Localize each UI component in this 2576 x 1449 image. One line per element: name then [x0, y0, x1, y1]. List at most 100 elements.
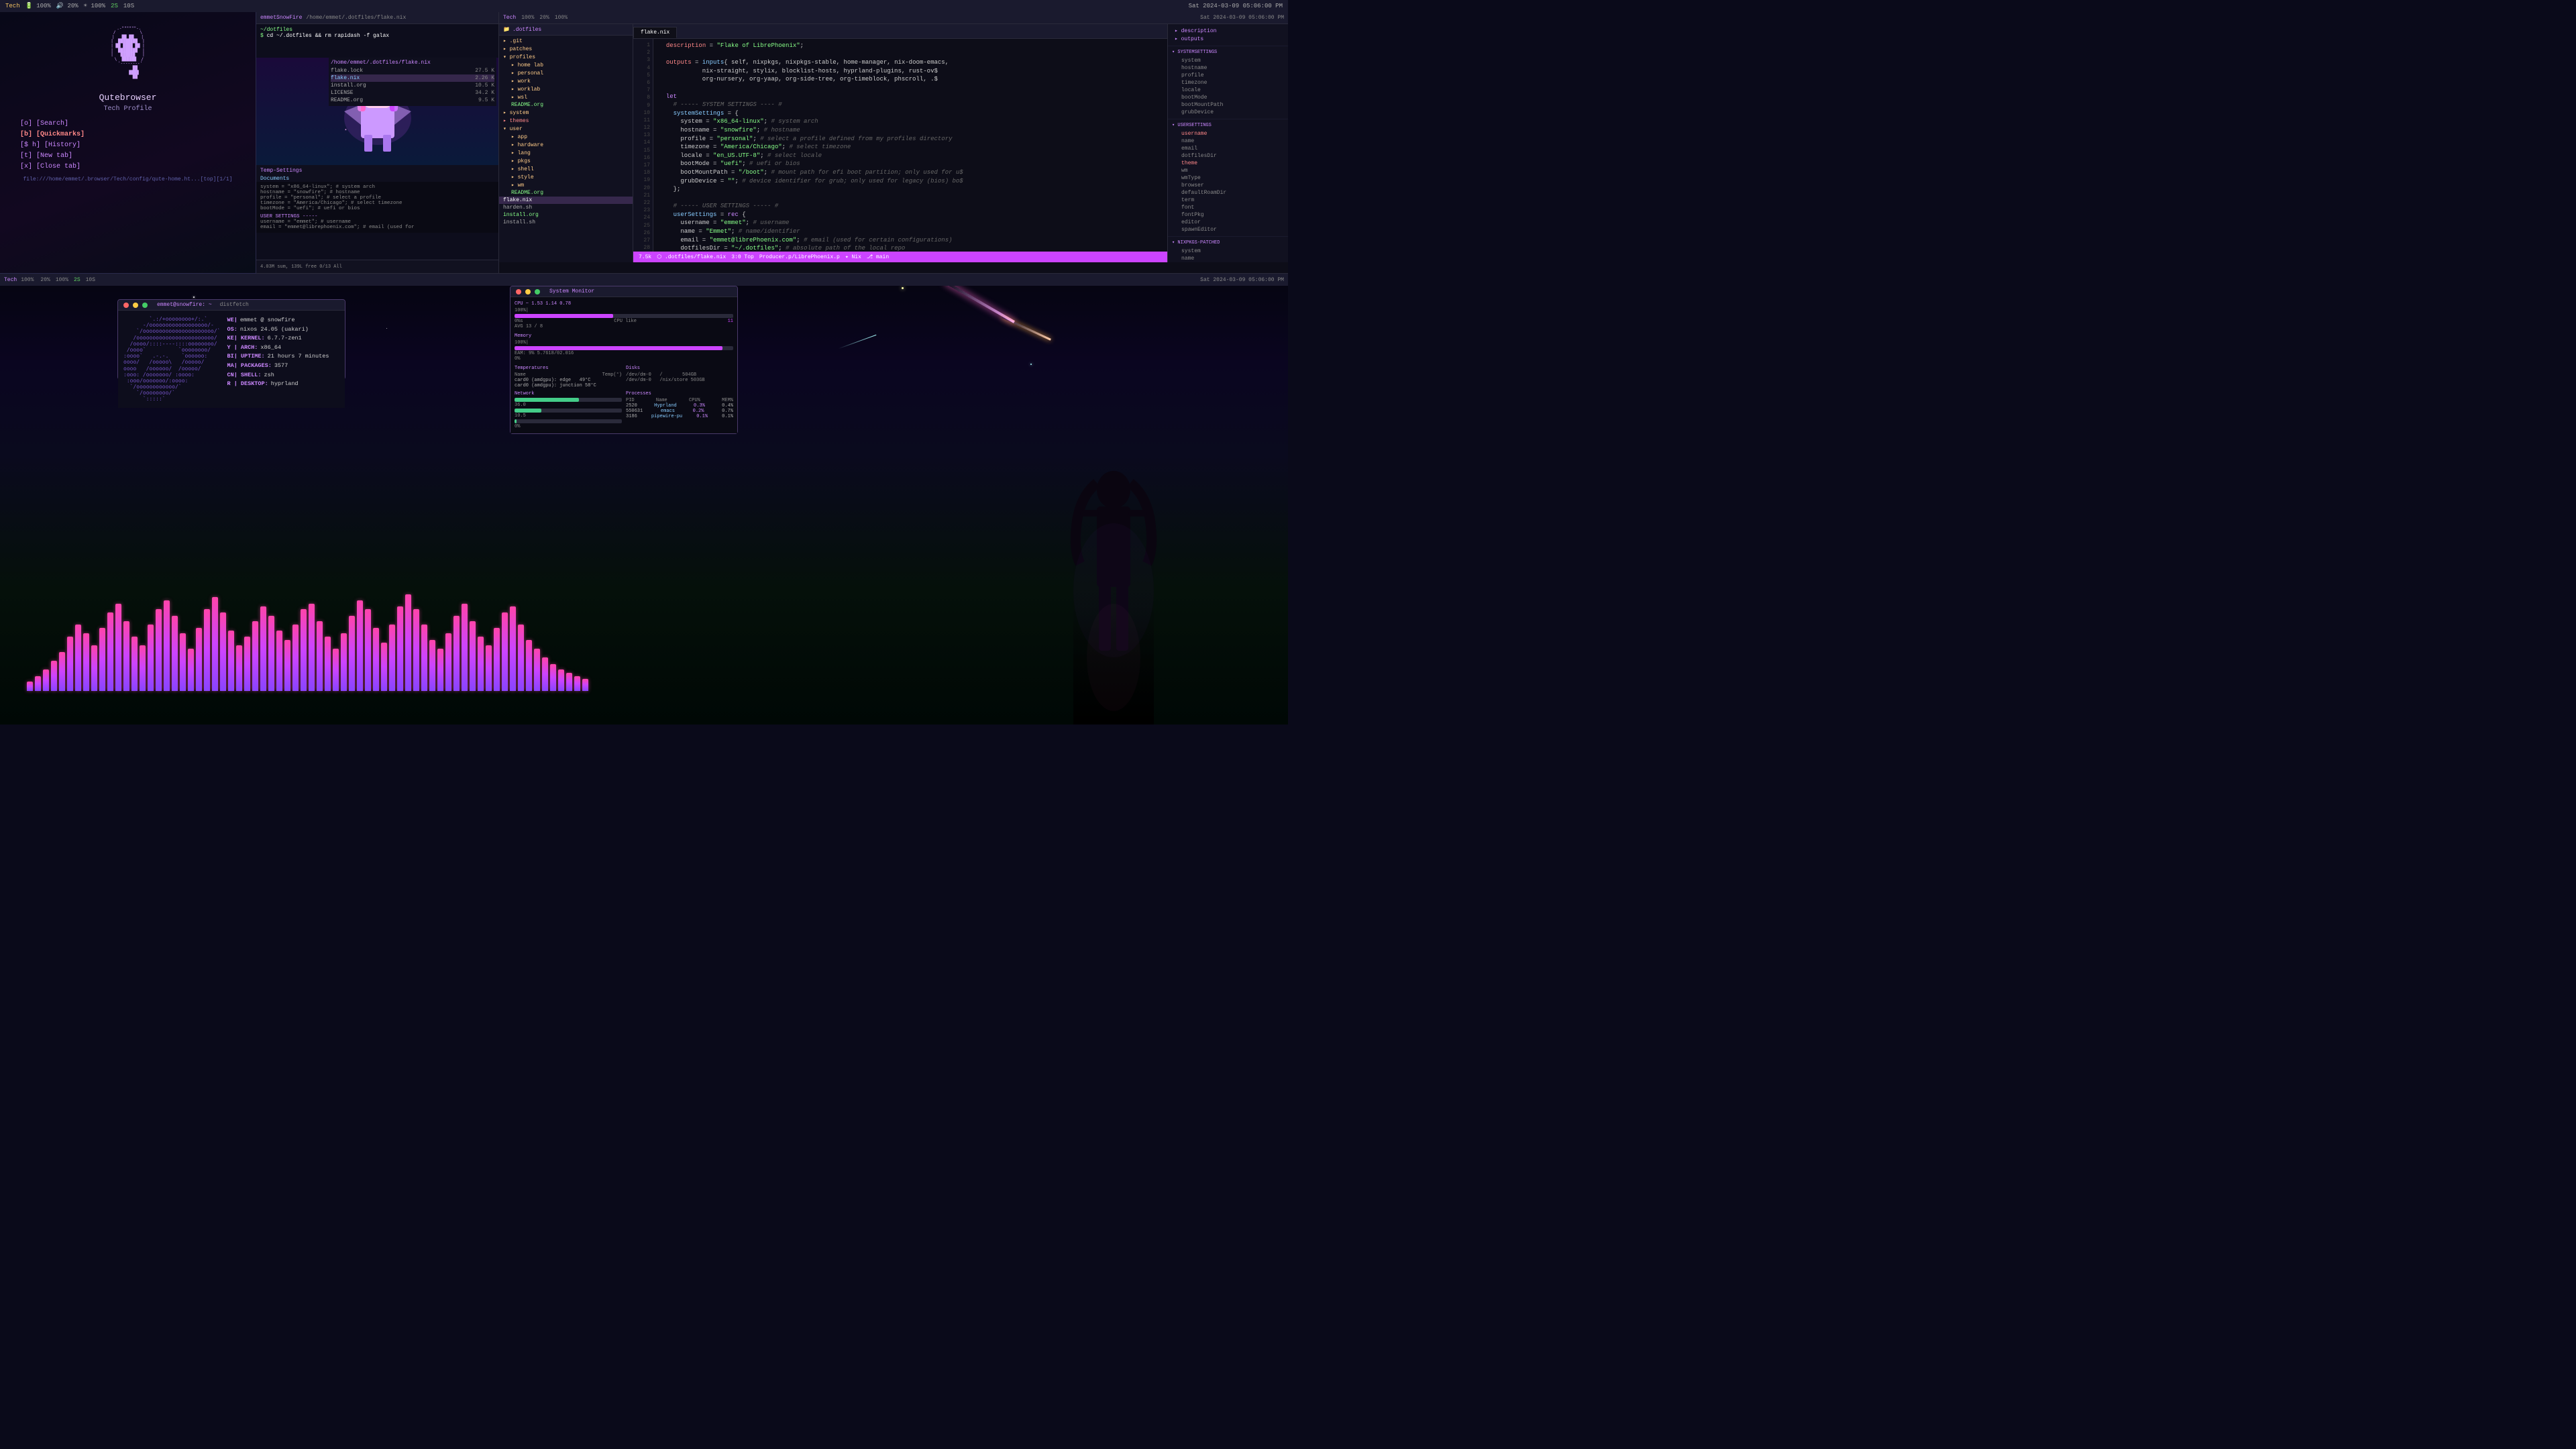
tree-git[interactable]: ▸ .git	[499, 37, 633, 45]
tree-style[interactable]: ▸ style	[507, 173, 633, 181]
viz-bar	[478, 637, 484, 691]
status-app: Tech	[5, 3, 20, 9]
outline-bootmount[interactable]: bootMountPath	[1179, 101, 1284, 109]
outline-defaultroam[interactable]: defaultRoamDir	[1179, 189, 1284, 197]
outline-dotfilesdir[interactable]: dotfilesDir	[1179, 152, 1284, 160]
outline-hostname[interactable]: hostname	[1179, 64, 1284, 72]
tree-shell[interactable]: ▸ shell	[507, 165, 633, 173]
viz-bar	[429, 640, 435, 691]
sysmon-temps: Temperatures NameTemp(°) card0 (amdgpu):…	[515, 366, 622, 388]
viz-bar	[244, 637, 250, 691]
nav-closetab[interactable]: [x] [Close tab]	[20, 162, 235, 171]
star	[193, 297, 195, 298]
tree-installorg[interactable]: install.org	[499, 211, 633, 219]
file-row-lock[interactable]: flake.lock 27.5 K	[331, 67, 494, 74]
tree-wsl[interactable]: ▸ wsl	[507, 93, 633, 101]
tree-hardensh[interactable]: harden.sh	[499, 204, 633, 211]
min-dot[interactable]	[133, 303, 138, 308]
outline-grubdevice[interactable]: grubDevice	[1179, 109, 1284, 116]
neofetch-body: `.:/+oooooooo+/:.` -/oooooooooooooooooo/…	[118, 311, 345, 408]
outline-bootmode[interactable]: bootMode	[1179, 94, 1284, 101]
proc-row-1: 2520 Hyprland 0.3% 0.4%	[626, 403, 733, 409]
code-content[interactable]: description = "Flake of LibrePhoenix"; o…	[653, 39, 1167, 252]
outline-name[interactable]: name	[1179, 138, 1284, 145]
sysmon-max[interactable]	[535, 289, 540, 294]
file-row-install-org[interactable]: install.org 10.5 K	[331, 82, 494, 89]
browser-title: Qutebrowser	[99, 93, 157, 103]
sysmon-min[interactable]	[525, 289, 531, 294]
viz-bar	[123, 621, 129, 691]
outline-outputs[interactable]: ▸ outputs	[1172, 35, 1284, 43]
proc-row-2: 550631 emacs 0.2% 0.7%	[626, 409, 733, 414]
tree-hardware[interactable]: ▸ hardware	[507, 141, 633, 149]
code-line: email = "emmet@librePhoenix.com"; # emai…	[659, 236, 1162, 245]
max-dot[interactable]	[142, 303, 148, 308]
tree-user[interactable]: ▾ user	[499, 125, 633, 133]
nav-search[interactable]: [o] [Search]	[20, 119, 235, 128]
tree-patches[interactable]: ▸ patches	[499, 45, 633, 53]
viz-bar	[437, 649, 443, 691]
outline-wmtype[interactable]: wmType	[1179, 174, 1284, 182]
nf-os: OS: nixos 24.05 (uakari)	[227, 325, 329, 335]
outline-email[interactable]: email	[1179, 145, 1284, 152]
tab-flakenix[interactable]: flake.nix	[633, 27, 677, 38]
outline-fontpkg[interactable]: fontPkg	[1179, 211, 1284, 219]
mem-title: Memory	[515, 333, 733, 339]
fm-header: Temp-Settings	[260, 168, 494, 174]
file-row-readme[interactable]: README.org 9.5 K	[331, 97, 494, 104]
outline-theme[interactable]: theme	[1179, 160, 1284, 167]
outline-spawnedit[interactable]: spawnEditor	[1179, 226, 1284, 233]
outline-username[interactable]: username	[1179, 130, 1284, 138]
outline-description[interactable]: ▸ description	[1172, 27, 1284, 35]
outline-browser[interactable]: browser	[1179, 182, 1284, 189]
outline-font[interactable]: font	[1179, 204, 1284, 211]
tree-pkgs[interactable]: ▸ pkgs	[507, 157, 633, 165]
nav-history[interactable]: [$ h] [History]	[20, 141, 235, 150]
tree-themes[interactable]: ▸ themes	[499, 117, 633, 125]
tree-installsh[interactable]: install.sh	[499, 219, 633, 226]
nav-newtab[interactable]: [t] [New tab]	[20, 152, 235, 160]
tree-app[interactable]: ▸ app	[507, 133, 633, 141]
outline-nixpkgs-system[interactable]: system	[1179, 248, 1284, 255]
file-detail-panel: /home/emmet/.dotfiles/flake.nix flake.lo…	[329, 58, 496, 106]
close-dot[interactable]	[123, 303, 129, 308]
viz-bar	[276, 631, 282, 691]
tree-wm[interactable]: ▸ wm	[507, 181, 633, 189]
outline-nixpkgs-name[interactable]: name	[1179, 255, 1284, 262]
code-line: bootMountPath = "/boot"; # mount path fo…	[659, 168, 1162, 177]
outline-profile[interactable]: profile	[1179, 72, 1284, 79]
tree-lang[interactable]: ▸ lang	[507, 149, 633, 157]
tree-homelab[interactable]: ▸ home lab	[507, 61, 633, 69]
status-vol: 🔊 20%	[56, 3, 78, 9]
editor-body: 📁 .dotfiles ▸ .git ▸ patches ▾ profiles …	[499, 24, 1288, 262]
viz-bar	[421, 625, 427, 691]
tree-personal[interactable]: ▸ personal	[507, 69, 633, 77]
outline-locale[interactable]: locale	[1179, 87, 1284, 94]
viz-bar	[325, 637, 331, 691]
sysmon-close[interactable]	[516, 289, 521, 294]
net-val2: 10.5	[515, 413, 622, 419]
tree-flakenix[interactable]: flake.nix	[499, 197, 633, 204]
viz-bar	[349, 616, 355, 691]
nav-quickmarks[interactable]: [b] [Quickmarks]	[20, 130, 235, 139]
file-row-license[interactable]: LICENSE 34.2 K	[331, 89, 494, 97]
tree-work[interactable]: ▸ work	[507, 77, 633, 85]
star-bright	[902, 287, 904, 289]
tree-readme-user[interactable]: README.org	[507, 189, 633, 197]
file-row-nix[interactable]: flake.nix 2.26 K	[331, 74, 494, 82]
screen: Tech 🔋 100% 🔊 20% ☀ 100% 2S 10S Sat 2024…	[0, 0, 1288, 724]
tree-readme-profiles[interactable]: README.org	[507, 101, 633, 109]
file-tree: 📁 .dotfiles ▸ .git ▸ patches ▾ profiles …	[499, 24, 633, 262]
outline-wm[interactable]: wm	[1179, 167, 1284, 174]
outline-system[interactable]: system	[1179, 57, 1284, 64]
cpu-bar	[515, 314, 733, 318]
tree-worklab[interactable]: ▸ worklab	[507, 85, 633, 93]
viz-bar	[486, 645, 492, 691]
outline-timezone[interactable]: timezone	[1179, 79, 1284, 87]
sysmon-disks: Disks /dev/dm-0 / 504GB /dev/dm-0 /nix/s…	[626, 366, 733, 388]
tree-system[interactable]: ▸ system	[499, 109, 633, 117]
nf-user: WE| emmet @ snowfire	[227, 316, 329, 325]
outline-term[interactable]: term	[1179, 197, 1284, 204]
tree-profiles[interactable]: ▾ profiles	[499, 53, 633, 61]
outline-editor[interactable]: editor	[1179, 219, 1284, 226]
